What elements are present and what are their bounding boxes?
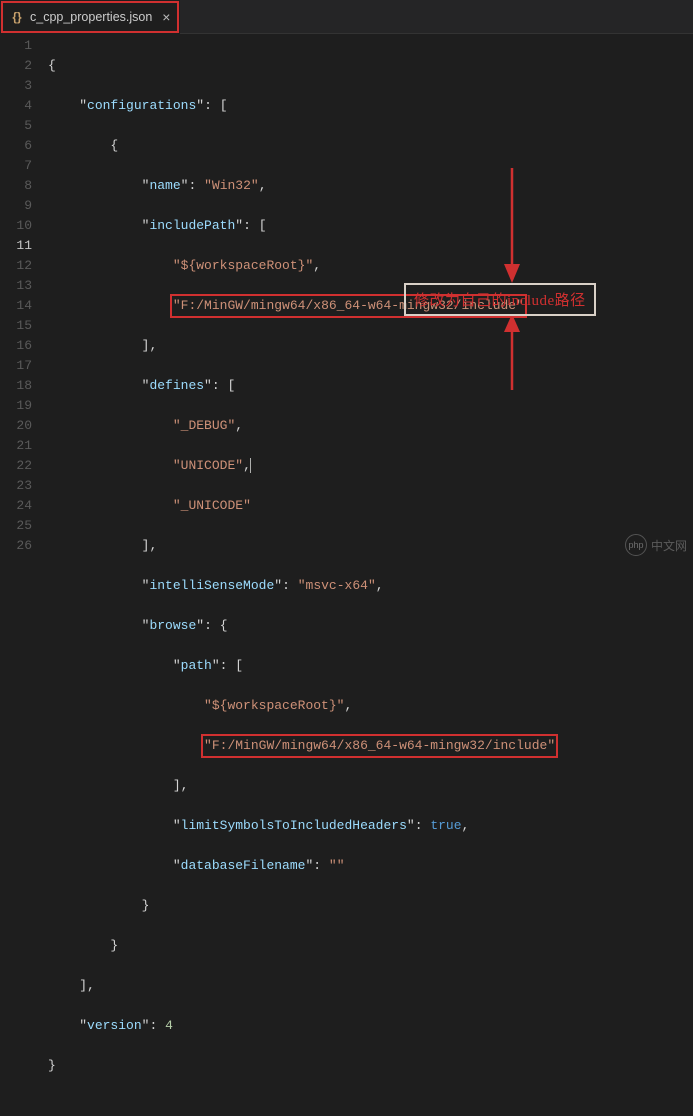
tab-bar: {} c_cpp_properties.json × [0, 0, 693, 34]
close-icon[interactable]: × [162, 9, 170, 25]
watermark: php 中文网 [625, 534, 687, 556]
arrow-up-icon [500, 312, 530, 392]
tab-filename: c_cpp_properties.json [30, 10, 152, 24]
editor-tab[interactable]: {} c_cpp_properties.json × [0, 0, 180, 34]
highlight-include-2: "F:/MinGW/mingw64/x86_64-w64-mingw32/inc… [201, 734, 558, 758]
text-cursor [250, 458, 251, 473]
line-number-gutter: 12345 678910 1112131415 1617181920 21222… [0, 34, 48, 560]
watermark-logo-icon: php [625, 534, 647, 556]
annotation-callout: 修改为自己的include路径 [404, 283, 596, 316]
json-file-icon: {} [10, 10, 24, 24]
code-content: { "configurations": [ { "name": "Win32",… [48, 34, 693, 560]
arrow-down-icon [500, 168, 530, 288]
